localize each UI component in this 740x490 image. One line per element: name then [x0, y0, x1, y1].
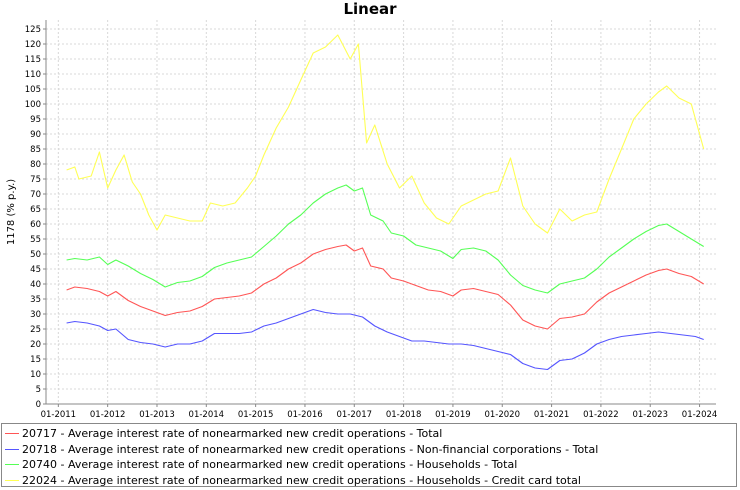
y-tick-label: 80	[30, 160, 41, 170]
legend-swatch	[5, 464, 19, 466]
y-tick-label: 45	[30, 265, 41, 275]
x-tick-label: 01-2011	[41, 410, 77, 420]
y-tick-label: 25	[30, 325, 41, 335]
y-tick-label: 90	[30, 130, 41, 140]
y-tick-label: 0	[36, 400, 41, 410]
legend-label: 22024 - Average interest rate of nonearm…	[22, 473, 581, 487]
plot-area	[46, 20, 716, 404]
y-tick-label: 70	[30, 190, 41, 200]
y-tick-label: 115	[25, 55, 41, 65]
x-tick-label: 01-2013	[139, 410, 175, 420]
x-tick-label: 01-2017	[337, 410, 373, 420]
x-tick-label: 01-2016	[287, 410, 323, 420]
y-tick-label: 35	[30, 295, 41, 305]
x-tick-label: 01-2018	[386, 410, 422, 420]
y-tick-label: 95	[30, 115, 41, 125]
legend-swatch	[5, 433, 19, 435]
y-tick-label: 125	[25, 25, 41, 35]
x-tick-label: 01-2024	[682, 410, 718, 420]
y-tick-label: 15	[30, 355, 41, 365]
legend-item: 20717 - Average interest rate of nonearm…	[2, 426, 736, 442]
legend-label: 20740 - Average interest rate of nonearm…	[22, 458, 518, 472]
chart-plot: 0 5 10 15 20 25 30 35 40 45 50 55 60 65 70 75 80 85 90 95 10…	[6, 20, 718, 420]
y-axis-label: 1178 (% p.y.)	[6, 179, 17, 245]
chart-stage: Linear 0 5 10 15 20 25 30 35 40 45 50 55 60 65 70 75 80 8…	[0, 0, 740, 490]
y-tick-label: 60	[30, 220, 41, 230]
y-tick-label: 55	[30, 235, 41, 245]
y-tick-label: 75	[30, 175, 41, 185]
y-tick-label: 50	[30, 250, 41, 260]
x-tick-label: 01-2015	[238, 410, 274, 420]
chart-legend: 20717 - Average interest rate of nonearm…	[1, 423, 737, 487]
y-tick-label: 20	[30, 340, 41, 350]
legend-label: 20718 - Average interest rate of nonearm…	[22, 442, 599, 456]
x-tick-label: 01-2022	[583, 410, 619, 420]
y-tick-label: 120	[25, 40, 41, 50]
x-tick-label: 01-2014	[189, 410, 225, 420]
y-tick-label: 100	[25, 100, 41, 110]
y-tick-label: 5	[36, 385, 41, 395]
x-tick-label: 01-2021	[534, 410, 570, 420]
y-tick-label: 110	[25, 70, 41, 80]
y-tick-label: 40	[30, 280, 41, 290]
x-tick-label: 01-2023	[632, 410, 668, 420]
legend-swatch	[5, 448, 19, 450]
y-tick-label: 85	[30, 145, 41, 155]
y-tick-label: 30	[30, 310, 41, 320]
legend-label: 20717 - Average interest rate of nonearm…	[22, 427, 443, 441]
y-tick-label: 65	[30, 205, 41, 215]
legend-item: 22024 - Average interest rate of nonearm…	[2, 473, 736, 489]
legend-item: 20740 - Average interest rate of nonearm…	[2, 457, 736, 473]
x-tick-label: 01-2020	[484, 410, 520, 420]
legend-swatch	[5, 479, 19, 481]
x-tick-label: 01-2019	[435, 410, 471, 420]
legend-item: 20718 - Average interest rate of nonearm…	[2, 442, 736, 458]
y-tick-label: 105	[25, 85, 41, 95]
y-tick-label: 10	[30, 370, 41, 380]
x-tick-label: 01-2012	[90, 410, 126, 420]
